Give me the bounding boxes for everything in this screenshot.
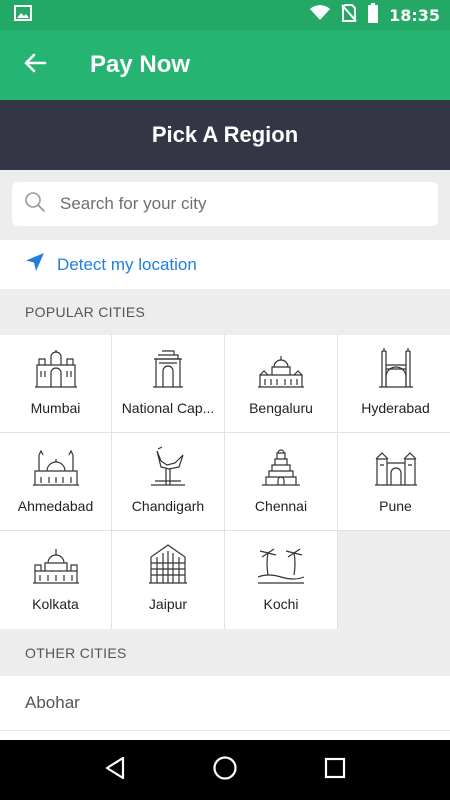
city-cell-hyderabad[interactable]: Hyderabad	[338, 335, 450, 432]
detect-location-button[interactable]: Detect my location	[0, 240, 450, 289]
city-name: Pune	[379, 498, 412, 514]
home-circle-icon	[212, 755, 238, 786]
city-cell-ahmedabad[interactable]: Ahmedabad	[0, 433, 111, 530]
city-name: Chandigarh	[131, 498, 205, 514]
city-cell-pune[interactable]: Pune	[338, 433, 450, 530]
battery-icon	[367, 2, 379, 28]
nav-back-button[interactable]	[90, 745, 140, 795]
city-cell-jaipur[interactable]: Jaipur	[112, 531, 224, 629]
search-box[interactable]	[12, 182, 438, 226]
list-item[interactable]: Abohar	[0, 676, 450, 731]
image-icon	[14, 4, 32, 26]
city-cell-chandigarh[interactable]: Chandigarh	[112, 433, 224, 530]
city-name: Chennai	[254, 498, 308, 514]
temple-gopuram-icon	[262, 449, 300, 486]
other-cities-header: OTHER CITIES	[25, 645, 127, 661]
mosque-icon	[32, 449, 79, 486]
arrow-left-icon	[23, 53, 47, 78]
vidhana-soudha-icon	[258, 356, 304, 388]
empty-cell	[338, 531, 450, 629]
city-cell-bengaluru[interactable]: Bengaluru	[225, 335, 337, 432]
nav-home-button[interactable]	[200, 745, 250, 795]
city-name: Hyderabad	[361, 400, 430, 416]
charminar-icon	[378, 348, 413, 388]
gateway-of-india-icon	[34, 350, 77, 388]
city-name: Ahmedabad	[17, 498, 94, 514]
other-cities-list: Abohar	[0, 676, 450, 740]
navigation-bar	[0, 740, 450, 800]
city-name: National Cap...	[121, 400, 215, 416]
hawa-mahal-icon	[149, 544, 187, 584]
popular-cities-grid: Mumbai National Cap... Bengaluru Hyderab…	[0, 335, 450, 629]
palm-beach-icon	[257, 548, 305, 584]
search-icon	[24, 191, 46, 218]
city-cell-chennai[interactable]: Chennai	[225, 433, 337, 530]
no-sim-icon	[341, 3, 357, 27]
victoria-memorial-icon	[32, 549, 79, 584]
shaniwar-wada-icon	[374, 452, 417, 486]
city-name: Jaipur	[148, 596, 188, 612]
city-name: Kochi	[263, 596, 299, 612]
city-cell-kolkata[interactable]: Kolkata	[0, 531, 111, 629]
wifi-icon	[309, 4, 331, 26]
recents-square-icon	[324, 757, 346, 784]
nav-recents-button[interactable]	[310, 745, 360, 795]
search-input[interactable]	[60, 194, 400, 214]
detect-location-label: Detect my location	[57, 254, 197, 274]
back-triangle-icon	[104, 756, 126, 785]
city-cell-mumbai[interactable]: Mumbai	[0, 335, 111, 432]
search-section	[0, 170, 450, 240]
app-bar: Pay Now	[0, 30, 450, 100]
status-bar: 18:35	[0, 0, 450, 30]
city-name: Bengaluru	[249, 400, 313, 416]
city-cell-kochi[interactable]: Kochi	[225, 531, 337, 629]
back-button[interactable]	[0, 30, 70, 100]
city-name: Mumbai	[30, 400, 81, 416]
region-header: Pick A Region	[0, 100, 450, 170]
city-cell-national-capital[interactable]: National Cap...	[112, 335, 224, 432]
city-name: Kolkata	[32, 596, 79, 612]
india-gate-icon	[153, 350, 183, 388]
status-time: 18:35	[389, 5, 440, 25]
popular-cities-header: POPULAR CITIES	[25, 304, 146, 320]
location-arrow-icon	[25, 252, 45, 277]
open-hand-monument-icon	[151, 446, 185, 486]
page-title: Pay Now	[90, 51, 191, 78]
